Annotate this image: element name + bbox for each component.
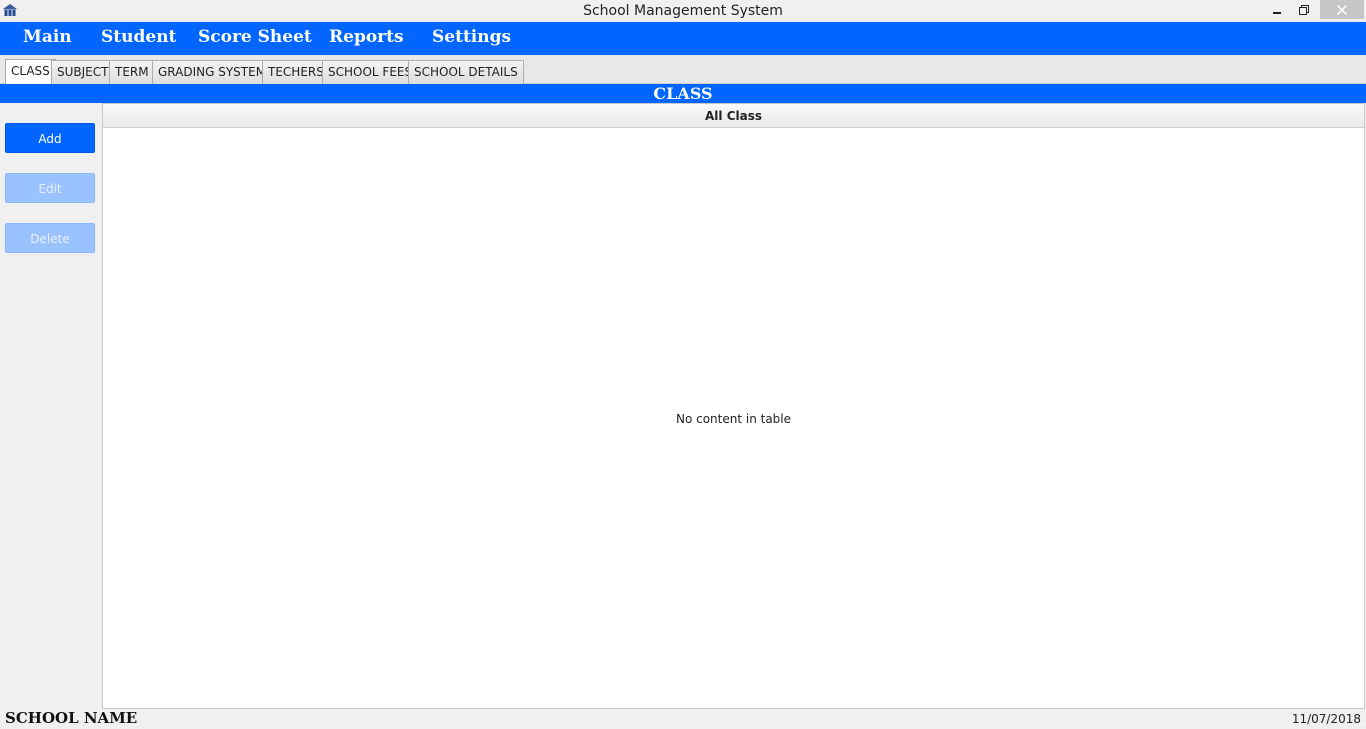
minimize-icon bbox=[1273, 12, 1281, 14]
add-button[interactable]: Add bbox=[5, 123, 95, 153]
restore-icon bbox=[1299, 5, 1309, 15]
tab-grading-system[interactable]: GRADING SYSTEM bbox=[152, 60, 273, 84]
school-name-label: SCHOOL NAME bbox=[5, 709, 138, 727]
table-empty-message: No content in table bbox=[675, 412, 792, 426]
section-title: CLASS bbox=[0, 84, 1366, 103]
tab-school-fees[interactable]: SCHOOL FEES bbox=[322, 60, 419, 84]
table-column-header[interactable]: All Class bbox=[103, 104, 1364, 128]
app-window: School Management System Main Student Sc… bbox=[0, 0, 1366, 729]
menu-reports[interactable]: Reports bbox=[329, 27, 404, 47]
status-date: 11/07/2018 bbox=[1291, 712, 1361, 726]
menu-main[interactable]: Main bbox=[23, 27, 72, 47]
window-title: School Management System bbox=[583, 3, 783, 19]
tab-teachers[interactable]: TECHERS bbox=[262, 60, 330, 84]
menu-settings[interactable]: Settings bbox=[432, 27, 511, 47]
minimize-button[interactable] bbox=[1265, 0, 1289, 20]
menu-bar: Main Student Score Sheet Reports Setting… bbox=[0, 22, 1366, 55]
menu-student[interactable]: Student bbox=[101, 27, 176, 47]
title-bar: School Management System bbox=[0, 0, 1366, 22]
delete-button[interactable]: Delete bbox=[5, 223, 95, 253]
close-button[interactable] bbox=[1320, 0, 1364, 19]
close-icon bbox=[1337, 4, 1347, 15]
tab-term[interactable]: TERM bbox=[109, 60, 155, 84]
edit-button[interactable]: Edit bbox=[5, 173, 95, 203]
menu-score-sheet[interactable]: Score Sheet bbox=[198, 27, 312, 47]
tab-class[interactable]: CLASS bbox=[5, 59, 56, 84]
tab-subject[interactable]: SUBJECT bbox=[51, 60, 115, 84]
restore-button[interactable] bbox=[1292, 0, 1316, 20]
class-table[interactable]: All Class No content in table bbox=[102, 103, 1365, 709]
tab-strip: CLASS SUBJECT TERM GRADING SYSTEM TECHER… bbox=[0, 55, 1366, 84]
tab-school-details[interactable]: SCHOOL DETAILS bbox=[408, 60, 524, 84]
